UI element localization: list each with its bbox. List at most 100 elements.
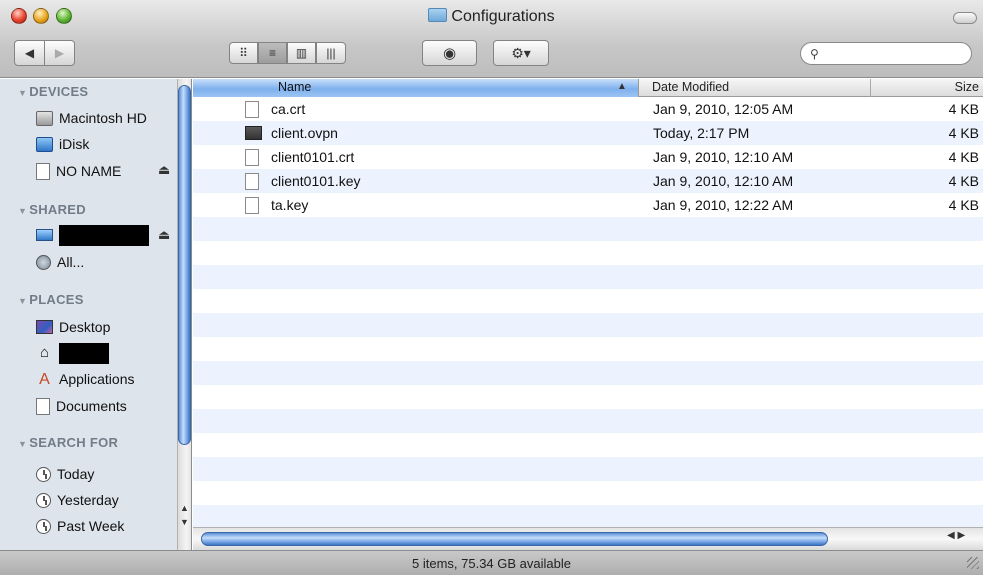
sidebar-item-all[interactable]: All... [36, 251, 84, 273]
coverflow-view-button[interactable]: ||| [316, 42, 346, 64]
quick-look-button[interactable]: ◉ [422, 40, 477, 66]
clock-icon [36, 492, 51, 508]
sidebar-item-desktop[interactable]: Desktop [36, 316, 110, 338]
document-icon [245, 173, 259, 190]
forward-arrow-icon: ▶ [54, 46, 65, 60]
file-date: Jan 9, 2010, 12:10 AM [653, 149, 794, 165]
file-name: client.ovpn [271, 125, 338, 141]
clock-icon [36, 518, 51, 534]
toolbar-toggle-button[interactable] [953, 12, 977, 24]
sidebar-item-home[interactable]: ⌂ [36, 342, 109, 364]
sidebar-item-today[interactable]: Today [36, 463, 94, 485]
sidebar-section-places[interactable]: ▼ PLACES [18, 292, 84, 307]
column-header-name[interactable]: Name [193, 79, 639, 97]
disclosure-triangle-icon[interactable]: ▼ [18, 88, 27, 98]
list-view-button[interactable]: ≡ [258, 42, 287, 64]
file-date: Jan 9, 2010, 12:05 AM [653, 101, 794, 117]
file-name: ca.crt [271, 101, 306, 117]
finder-window: Configurations ◀ ▶ ⠿ ≡ ▥ ||| ◉ ⚙▾ ⚲ ▼ DEV… [0, 0, 983, 575]
search-input[interactable] [800, 42, 972, 65]
sidebar: ▼ DEVICES Macintosh HD iDisk NO NAME ⏏ ▼ S… [0, 79, 192, 550]
document-icon [245, 149, 259, 166]
disclosure-triangle-icon[interactable]: ▼ [18, 206, 27, 216]
idisk-icon [36, 136, 53, 152]
eject-icon[interactable]: ⏏ [158, 162, 170, 178]
file-name: ta.key [271, 197, 309, 213]
sidebar-item-no-name[interactable]: NO NAME [36, 160, 121, 182]
file-size: 4 KB [948, 173, 979, 189]
sort-ascending-icon: ▲ [617, 81, 627, 92]
file-row[interactable]: client0101.key Jan 9, 2010, 12:10 AM 4 K… [193, 169, 983, 193]
hard-drive-icon [36, 110, 53, 126]
volume-icon [36, 162, 50, 180]
sidebar-section-search-for[interactable]: ▼ SEARCH FOR [18, 435, 118, 450]
sidebar-item-idisk[interactable]: iDisk [36, 133, 89, 155]
icon-view-icon: ⠿ [239, 46, 248, 60]
file-row[interactable]: ca.crt Jan 9, 2010, 12:05 AM 4 KB [193, 97, 983, 121]
list-header: Name ▲ Date Modified Size [193, 79, 983, 97]
file-list: Name ▲ Date Modified Size ca.crt Jan 9, … [193, 79, 983, 550]
action-menu-button[interactable]: ⚙▾ [493, 40, 549, 66]
desktop-icon [36, 320, 53, 334]
file-date: Jan 9, 2010, 12:22 AM [653, 197, 794, 213]
eject-icon[interactable]: ⏏ [158, 227, 170, 243]
documents-icon [36, 397, 50, 415]
file-name: client0101.key [271, 173, 361, 189]
sidebar-item-macintosh-hd[interactable]: Macintosh HD [36, 107, 147, 129]
file-name: client0101.crt [271, 149, 355, 165]
scroll-up-arrow-icon[interactable]: ▲ [178, 503, 191, 517]
disclosure-triangle-icon[interactable]: ▼ [18, 439, 27, 449]
sidebar-section-shared[interactable]: ▼ SHARED [18, 202, 86, 217]
eye-icon: ◉ [442, 45, 457, 62]
title-toolbar: Configurations ◀ ▶ ⠿ ≡ ▥ ||| ◉ ⚙▾ ⚲ [0, 0, 983, 78]
clock-icon [36, 466, 51, 482]
file-row[interactable]: ta.key Jan 9, 2010, 12:22 AM 4 KB [193, 193, 983, 217]
sidebar-item-past-week[interactable]: Past Week [36, 515, 124, 537]
scroll-arrows-icon[interactable]: ◀ ▶ [947, 530, 965, 541]
forward-button[interactable]: ▶ [44, 40, 75, 66]
status-bar: 5 items, 75.34 GB available [0, 550, 983, 575]
coverflow-view-icon: ||| [326, 46, 336, 60]
folder-icon [428, 8, 448, 22]
column-header-size[interactable]: Size [893, 79, 979, 96]
monitor-icon [36, 229, 53, 241]
file-size: 4 KB [948, 125, 979, 141]
column-divider[interactable] [870, 79, 871, 97]
applications-icon: A [39, 370, 50, 388]
resize-grip-icon[interactable] [967, 557, 979, 569]
horizontal-scroll-thumb[interactable] [201, 532, 828, 546]
back-button[interactable]: ◀ [14, 40, 45, 66]
window-title: Configurations [0, 8, 983, 26]
sidebar-item-documents[interactable]: Documents [36, 395, 127, 417]
scroll-down-arrow-icon[interactable]: ▼ [178, 517, 191, 531]
column-view-button[interactable]: ▥ [287, 42, 316, 64]
home-icon: ⌂ [39, 343, 50, 361]
globe-icon [36, 254, 51, 270]
disclosure-triangle-icon[interactable]: ▼ [18, 296, 27, 306]
file-size: 4 KB [948, 197, 979, 213]
document-icon [245, 101, 259, 118]
file-date: Today, 2:17 PM [653, 125, 750, 141]
back-arrow-icon: ◀ [24, 46, 35, 60]
file-row[interactable]: client.ovpn Today, 2:17 PM 4 KB [193, 121, 983, 145]
sidebar-scroll-thumb[interactable] [178, 85, 191, 445]
sidebar-section-devices[interactable]: ▼ DEVICES [18, 84, 88, 99]
file-size: 4 KB [948, 149, 979, 165]
sidebar-item-shared-computer[interactable] [36, 224, 149, 246]
document-icon [245, 197, 259, 214]
icon-view-button[interactable]: ⠿ [229, 42, 258, 64]
column-header-date-modified[interactable]: Date Modified [652, 79, 729, 96]
redacted-label [59, 224, 149, 246]
file-row[interactable]: client0101.crt Jan 9, 2010, 12:10 AM 4 K… [193, 145, 983, 169]
gear-icon: ⚙▾ [511, 44, 531, 61]
search-icon: ⚲ [810, 47, 819, 61]
sidebar-item-yesterday[interactable]: Yesterday [36, 489, 119, 511]
column-view-icon: ▥ [295, 46, 308, 60]
file-size: 4 KB [948, 101, 979, 117]
file-date: Jan 9, 2010, 12:10 AM [653, 173, 794, 189]
sidebar-item-applications[interactable]: A Applications [36, 368, 134, 390]
list-view-icon: ≡ [268, 46, 276, 60]
redacted-label [59, 342, 109, 364]
tunnelblick-icon [245, 126, 262, 140]
status-text: 5 items, 75.34 GB available [412, 556, 571, 571]
